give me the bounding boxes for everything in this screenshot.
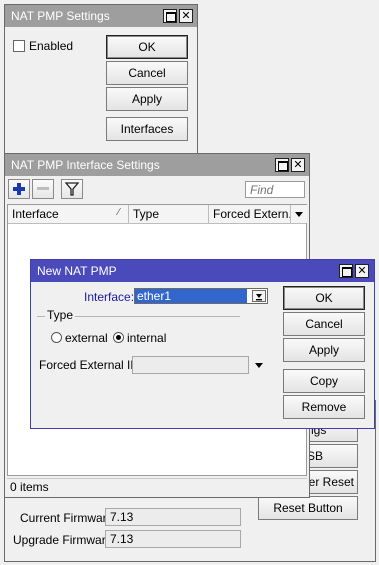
- cancel-button[interactable]: Cancel: [106, 61, 188, 85]
- remove-button[interactable]: [32, 179, 54, 199]
- type-group-label: Type: [45, 308, 76, 322]
- status-bar: 0 items: [7, 478, 307, 495]
- add-button[interactable]: [8, 179, 30, 199]
- item-count: 0 items: [10, 480, 49, 494]
- current-firmware-field: 7.13: [105, 508, 241, 526]
- apply-button[interactable]: Apply: [283, 338, 365, 362]
- new-nat-pmp-window: New NAT PMP ✕ Interface: ether1 Type ext…: [30, 259, 375, 429]
- ok-button[interactable]: OK: [283, 286, 365, 310]
- cancel-button[interactable]: Cancel: [283, 312, 365, 336]
- maximize-icon[interactable]: [275, 158, 289, 172]
- upgrade-firmware-label: Upgrade Firmware:: [13, 533, 116, 547]
- interface-label: Interface:: [84, 290, 135, 304]
- forced-ip-dropdown-icon[interactable]: [253, 359, 265, 369]
- chevron-down-icon: [295, 212, 303, 217]
- type-internal-radio[interactable]: [113, 332, 124, 343]
- table-header-divider: [8, 223, 306, 224]
- close-icon[interactable]: ✕: [291, 158, 305, 172]
- column-header-interface[interactable]: Interface: [8, 205, 129, 223]
- new-nat-pmp-titlebar[interactable]: New NAT PMP: [31, 260, 374, 282]
- forced-external-ip-label: Forced External IP:: [39, 358, 142, 372]
- forced-external-ip-field[interactable]: [132, 356, 249, 374]
- minus-icon: [37, 187, 49, 190]
- reset-button[interactable]: Reset Button: [258, 496, 358, 520]
- nat-pmp-settings-window: NAT PMP Settings ✕ Enabled OK Cancel App…: [4, 4, 198, 162]
- filter-icon: [64, 182, 80, 196]
- interface-select[interactable]: ether1: [134, 288, 268, 304]
- ok-button[interactable]: OK: [106, 35, 188, 59]
- type-external-radio[interactable]: [51, 332, 62, 343]
- column-menu-button[interactable]: [291, 205, 307, 223]
- interface-value: ether1: [135, 289, 247, 303]
- window-title: New NAT PMP: [37, 264, 117, 278]
- find-input[interactable]: [245, 181, 305, 198]
- dropdown-arrow-icon[interactable]: [252, 290, 266, 302]
- nat-pmp-interface-titlebar[interactable]: NAT PMP Interface Settings: [5, 154, 309, 176]
- close-icon[interactable]: ✕: [179, 9, 193, 23]
- enabled-label: Enabled: [29, 39, 74, 53]
- interfaces-button[interactable]: Interfaces: [106, 117, 188, 141]
- apply-button[interactable]: Apply: [106, 87, 188, 111]
- copy-button[interactable]: Copy: [283, 369, 365, 393]
- maximize-icon[interactable]: [339, 264, 353, 278]
- type-internal-label: internal: [127, 331, 167, 345]
- current-firmware-label: Current Firmware:: [20, 511, 117, 525]
- window-title: NAT PMP Settings: [11, 9, 110, 23]
- enabled-checkbox[interactable]: [13, 40, 25, 52]
- close-icon[interactable]: ✕: [355, 264, 369, 278]
- column-header-forced-external[interactable]: Forced Extern...: [209, 205, 291, 223]
- maximize-icon[interactable]: [163, 9, 177, 23]
- filter-button[interactable]: [61, 179, 83, 199]
- type-external-label: external: [65, 331, 108, 345]
- window-title: NAT PMP Interface Settings: [11, 158, 160, 172]
- plus-icon: [13, 183, 25, 195]
- sort-icon: ⁄: [118, 207, 120, 218]
- upgrade-firmware-field: 7.13: [105, 530, 241, 548]
- remove-button[interactable]: Remove: [283, 395, 365, 419]
- column-header-type[interactable]: Type: [129, 205, 209, 223]
